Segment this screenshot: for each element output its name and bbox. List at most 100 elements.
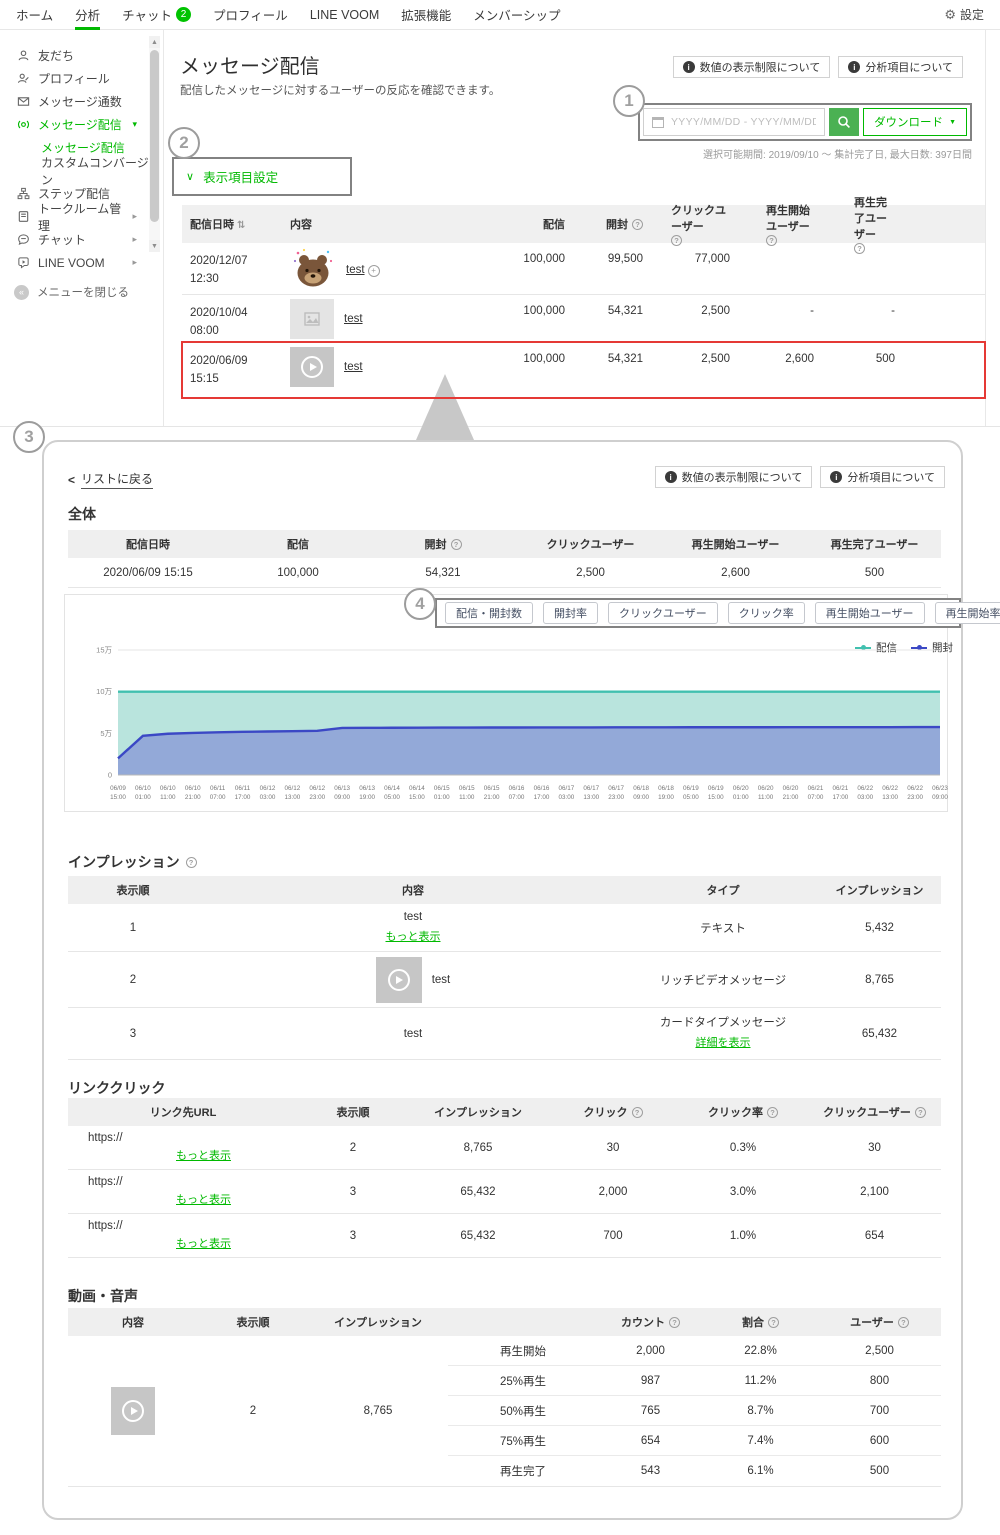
video-thumbnail[interactable] [376, 957, 422, 1003]
metric-button-click-rate[interactable]: クリック率 [728, 602, 805, 624]
nav-settings[interactable]: ⚙ 設定 [944, 6, 984, 23]
nav-item-analytics[interactable]: 分析 [75, 0, 100, 30]
scrollbar-thumb[interactable] [150, 50, 159, 222]
sidebar-item-label: チャット [38, 231, 86, 248]
video-thumbnail[interactable] [290, 347, 334, 387]
svg-text:11:00: 11:00 [459, 794, 475, 801]
svg-text:5万: 5万 [100, 729, 112, 738]
nav-item-membership[interactable]: メンバーシップ [473, 0, 560, 30]
help-icon[interactable]: ? [669, 1317, 680, 1328]
video-audio-heading: 動画・音声 [68, 1286, 138, 1306]
chat-unread-badge: 2 [176, 7, 191, 22]
chevron-down-icon: ▾ [132, 119, 137, 130]
cell-click-users: 77,000 [657, 243, 752, 265]
sidebar-item-talkroom[interactable]: トークルーム管理 ▸ [0, 205, 163, 228]
impressions-table: 表示順 内容 タイプ インプレッション 1 testもっと表示 テキスト 5,4… [68, 876, 941, 1060]
scroll-up-button[interactable]: ▲ [149, 36, 160, 48]
help-icon[interactable]: ? [768, 1317, 779, 1328]
cell-delivered: 100,000 [502, 343, 572, 365]
show-more-link[interactable]: もっと表示 [176, 1238, 231, 1250]
sort-icon[interactable]: ⇅ [237, 220, 245, 231]
metric-button-click-users[interactable]: クリックユーザー [608, 602, 718, 624]
scroll-down-button[interactable]: ▼ [149, 240, 160, 252]
search-button[interactable] [829, 108, 859, 136]
show-more-link[interactable]: もっと表示 [176, 1194, 231, 1206]
cell-clicks: 30 [548, 1142, 678, 1154]
sidebar-item-line-voom[interactable]: LINE VOOM ▸ [0, 251, 163, 274]
svg-text:15:00: 15:00 [110, 794, 126, 801]
nav-item-extensions[interactable]: 拡張機能 [401, 0, 451, 30]
show-more-link[interactable]: もっと表示 [386, 931, 441, 943]
analytics-items-info-button[interactable]: i 分析項目について [838, 56, 963, 78]
cell-click-users: 2,100 [808, 1186, 941, 1198]
back-to-list-link[interactable]: < リストに戻る [68, 470, 153, 489]
message-title-link[interactable]: test [344, 361, 363, 373]
video-thumbnail[interactable] [111, 1387, 155, 1435]
nav-item-chat[interactable]: チャット2 [122, 0, 191, 30]
table-row[interactable]: 2020/10/0408:00 test 100,000 54,321 2,50… [182, 295, 985, 343]
message-title-link[interactable]: test [346, 264, 365, 276]
close-menu-button[interactable]: « メニューを閉じる [14, 284, 129, 300]
show-more-link[interactable]: もっと表示 [176, 1150, 231, 1162]
svg-text:11:00: 11:00 [160, 794, 176, 801]
metric-button-delivered-opened[interactable]: 配信・開封数 [445, 602, 533, 624]
info-button-label: 数値の表示制限について [682, 469, 803, 485]
cell-ctr: 1.0% [678, 1230, 808, 1242]
help-icon[interactable]: ? [915, 1107, 926, 1118]
callout-1: 1 [613, 85, 645, 117]
search-icon [837, 115, 851, 129]
nav-label: LINE VOOM [310, 8, 379, 22]
nav-item-home[interactable]: ホーム [16, 0, 53, 30]
header-click-users: クリックユーザー? [657, 202, 752, 246]
table-row: https://もっと表示 3 65,432 700 1.0% 654 [68, 1214, 941, 1258]
message-title-link[interactable]: test [344, 313, 363, 325]
svg-text:06/16: 06/16 [534, 785, 550, 792]
cell-impressions: 65,432 [818, 1028, 941, 1040]
date-range-input-wrap [643, 108, 825, 136]
sidebar-item-message-count[interactable]: メッセージ通数 [0, 90, 163, 113]
chat-bubble-icon [16, 233, 30, 247]
sidebar-subitem-custom-conversion[interactable]: カスタムコンバージョン [0, 159, 163, 182]
cell-date: 2020/06/09 15:15 [68, 567, 228, 579]
table-row: 1 testもっと表示 テキスト 5,432 [68, 904, 941, 952]
table-row-selected[interactable]: 2020/06/0915:15 test 100,000 54,321 2,50… [182, 343, 985, 399]
show-details-link[interactable]: 詳細を表示 [696, 1037, 751, 1049]
sidebar-item-profile[interactable]: プロフィール [0, 67, 163, 90]
download-button[interactable]: ダウンロード ▼ [863, 108, 967, 136]
help-icon[interactable]: ? [632, 1107, 643, 1118]
display-limit-info-button[interactable]: i 数値の表示制限について [673, 56, 831, 78]
nav-item-line-voom[interactable]: LINE VOOM [310, 0, 379, 30]
info-button-label: 数値の表示制限について [700, 59, 821, 75]
svg-text:06/18: 06/18 [633, 785, 649, 792]
scrollbar-track[interactable] [149, 48, 160, 240]
help-icon[interactable]: ? [767, 1107, 778, 1118]
sidebar-item-label: カスタムコンバージョン [41, 154, 163, 188]
help-icon[interactable]: ? [632, 219, 643, 230]
cell-url: https://もっと表示 [68, 1173, 298, 1210]
overall-heading: 全体 [68, 504, 96, 524]
metric-button-play-start-rate[interactable]: 再生開始率 [935, 602, 1000, 624]
metric-button-play-start-users[interactable]: 再生開始ユーザー [815, 602, 925, 624]
sidebar-item-chat[interactable]: チャット ▸ [0, 228, 163, 251]
sidebar-item-message-broadcast[interactable]: メッセージ配信 ▾ [0, 113, 163, 136]
svg-text:06/18: 06/18 [658, 785, 674, 792]
cell-click-users: 2,500 [657, 343, 752, 365]
header-clicks: クリック? [548, 1104, 678, 1120]
header-count: カウント? [598, 1314, 703, 1330]
nav-item-profile[interactable]: プロフィール [213, 0, 288, 30]
nav-label: プロフィール [213, 5, 288, 24]
metric-count: 765 [598, 1405, 703, 1417]
sidebar-item-friends[interactable]: 友だち [0, 44, 163, 67]
display-limit-info-button[interactable]: i 数値の表示制限について [655, 466, 813, 488]
display-settings-button[interactable]: ∨ 表示項目設定 [172, 157, 352, 196]
analytics-items-info-button[interactable]: i 分析項目について [820, 466, 945, 488]
table-row: https://もっと表示 2 8,765 30 0.3% 30 [68, 1126, 941, 1170]
date-range-input[interactable] [671, 116, 816, 128]
playback-metric-rows: 再生開始 2,000 22.8% 2,500 25%再生 987 11.2% 8… [448, 1336, 941, 1486]
help-icon[interactable]: ? [898, 1317, 909, 1328]
help-icon[interactable]: ? [186, 857, 197, 868]
callout-2: 2 [168, 127, 200, 159]
help-icon[interactable]: ? [451, 539, 462, 550]
table-row[interactable]: 2020/12/0712:30 test+ 100,000 99,500 77,… [182, 243, 985, 295]
metric-button-open-rate[interactable]: 開封率 [543, 602, 598, 624]
